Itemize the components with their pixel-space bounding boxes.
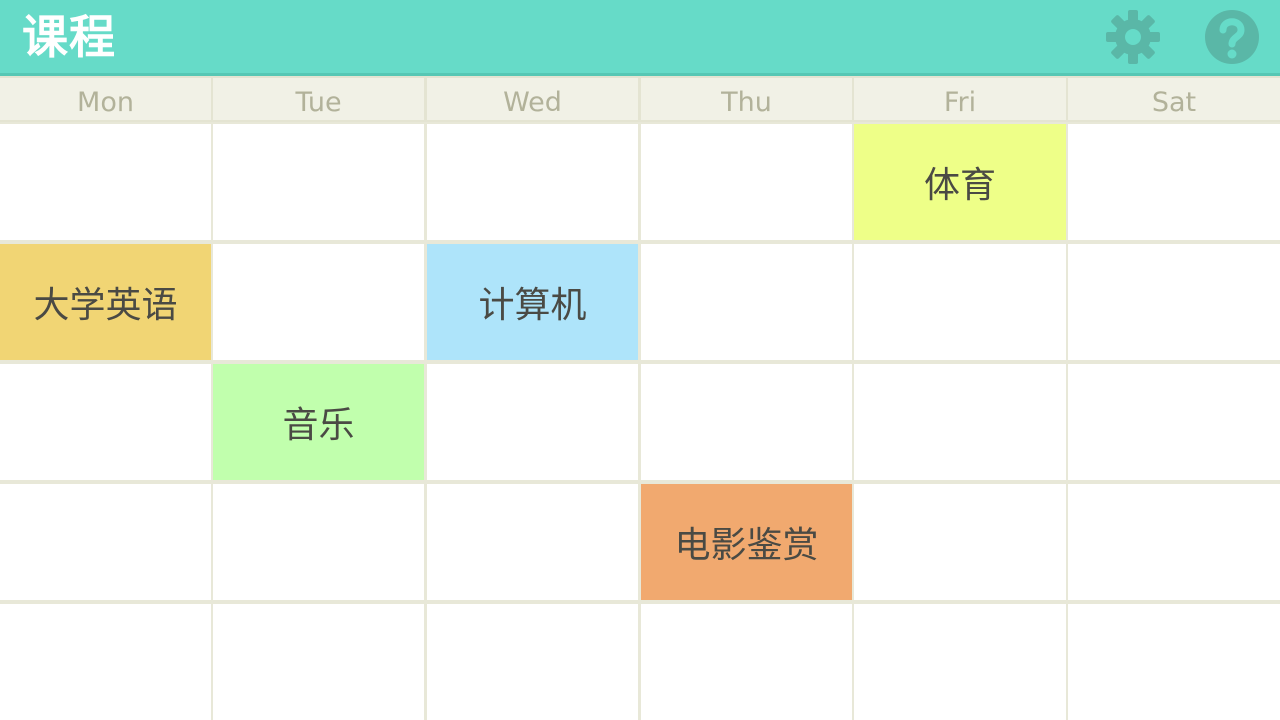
- top-bar: 课程: [0, 0, 1280, 76]
- course-name: 计算机: [478, 285, 587, 326]
- empty-slot[interactable]: [1068, 244, 1280, 360]
- empty-slot[interactable]: [427, 604, 638, 720]
- empty-slot[interactable]: [641, 124, 852, 240]
- help-button[interactable]: [1204, 9, 1260, 65]
- empty-slot[interactable]: [427, 364, 638, 480]
- settings-button[interactable]: [1105, 9, 1161, 65]
- empty-slot[interactable]: [427, 124, 638, 240]
- empty-slot[interactable]: [0, 604, 211, 720]
- empty-slot[interactable]: [854, 364, 1066, 480]
- empty-slot[interactable]: [0, 364, 211, 480]
- course-name: 音乐: [282, 405, 355, 446]
- day-header-sat: Sat: [1068, 78, 1280, 120]
- empty-slot[interactable]: [641, 364, 852, 480]
- empty-slot[interactable]: [1068, 124, 1280, 240]
- empty-slot[interactable]: [0, 124, 211, 240]
- empty-slot[interactable]: [213, 124, 424, 240]
- empty-slot[interactable]: [854, 244, 1066, 360]
- empty-slot[interactable]: [213, 604, 424, 720]
- timetable-screen: 课程 Mon Tue Wed Thu Fri Sat 体育 大学英语 计算机 音…: [0, 0, 1280, 720]
- empty-slot[interactable]: [213, 484, 424, 600]
- empty-slot[interactable]: [1068, 604, 1280, 720]
- course-cell[interactable]: 音乐: [213, 364, 424, 480]
- course-name: 体育: [923, 165, 996, 206]
- timetable-grid: 体育大学英语 计算机音乐电影鉴赏: [0, 122, 1280, 720]
- course-cell[interactable]: 大学英语: [0, 244, 211, 360]
- help-icon: [1205, 10, 1259, 64]
- empty-slot[interactable]: [854, 604, 1066, 720]
- course-cell[interactable]: 计算机: [427, 244, 638, 360]
- empty-slot[interactable]: [0, 484, 211, 600]
- course-cell[interactable]: 体育: [854, 124, 1066, 240]
- day-header-wed: Wed: [427, 78, 638, 120]
- empty-slot[interactable]: [1068, 364, 1280, 480]
- empty-slot[interactable]: [213, 244, 424, 360]
- course-name: 电影鉴赏: [674, 525, 819, 566]
- gear-icon: [1106, 10, 1160, 64]
- day-header-tue: Tue: [213, 78, 424, 120]
- empty-slot[interactable]: [641, 604, 852, 720]
- day-header-fri: Fri: [854, 78, 1066, 120]
- empty-slot[interactable]: [641, 244, 852, 360]
- day-header-mon: Mon: [0, 78, 211, 120]
- app-title: 课程: [22, 10, 116, 64]
- empty-slot[interactable]: [1068, 484, 1280, 600]
- weekday-header-row: Mon Tue Wed Thu Fri Sat: [0, 76, 1280, 122]
- course-cell[interactable]: 电影鉴赏: [641, 484, 852, 600]
- course-name: 大学英语: [33, 285, 178, 326]
- day-header-thu: Thu: [641, 78, 852, 120]
- empty-slot[interactable]: [854, 484, 1066, 600]
- empty-slot[interactable]: [427, 484, 638, 600]
